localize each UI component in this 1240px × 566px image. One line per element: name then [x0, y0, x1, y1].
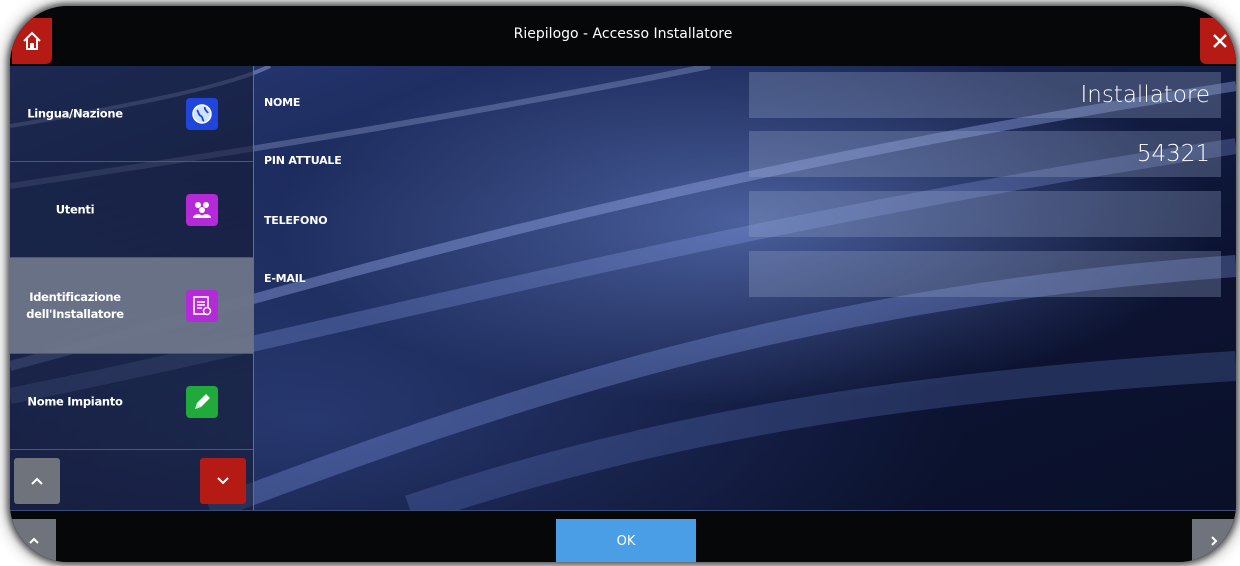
bottom-bar: OK [10, 510, 1236, 562]
chevron-up-icon [31, 477, 43, 485]
ok-button[interactable]: OK [556, 519, 696, 562]
window-title: Riepilogo - Accesso Installatore [513, 26, 733, 42]
nome-label: NOME [264, 96, 301, 109]
close-button[interactable] [1200, 18, 1236, 64]
close-icon [1213, 34, 1227, 48]
main-content: Lingua/Nazione Utenti Identificazione de… [10, 66, 1236, 510]
sidebar-item-lingua-nazione[interactable]: Lingua/Nazione [10, 66, 253, 162]
back-button[interactable] [12, 519, 56, 562]
sidebar-item-label: Identificazione dell'Installatore [26, 289, 124, 321]
scroll-down-button[interactable] [200, 458, 246, 504]
chevron-down-icon [217, 477, 229, 485]
sidebar-item-label: Utenti [55, 202, 95, 216]
chevron-right-icon [1211, 536, 1218, 546]
users-icon [186, 194, 218, 226]
nome-field[interactable]: Installatore [749, 72, 1221, 118]
sidebar-item-nome-impianto[interactable]: Nome Impianto [10, 354, 253, 450]
sidebar: Lingua/Nazione Utenti Identificazione de… [10, 66, 254, 510]
pencil-icon [186, 386, 218, 418]
installer-id-icon [186, 290, 218, 322]
telefono-label: TELEFONO [264, 214, 328, 227]
device-frame: Riepilogo - Accesso Installatore Lingua/… [10, 6, 1236, 562]
sidebar-item-label: Nome Impianto [27, 394, 123, 408]
globe-icon [186, 98, 218, 130]
title-bar: Riepilogo - Accesso Installatore [10, 6, 1236, 67]
sidebar-item-label: Lingua/Nazione [27, 106, 123, 120]
chevron-up-icon [29, 537, 39, 544]
pin-attuale-label: PIN ATTUALE [264, 154, 342, 167]
scroll-up-button[interactable] [14, 458, 60, 504]
email-label: E-MAIL [264, 272, 306, 285]
telefono-field[interactable] [749, 191, 1221, 237]
sidebar-item-identificazione-installatore[interactable]: Identificazione dell'Installatore [10, 258, 253, 354]
email-field[interactable] [749, 251, 1221, 297]
sidebar-item-utenti[interactable]: Utenti [10, 162, 253, 258]
pin-attuale-field[interactable]: 54321 [749, 131, 1221, 177]
forward-button[interactable] [1192, 519, 1236, 562]
